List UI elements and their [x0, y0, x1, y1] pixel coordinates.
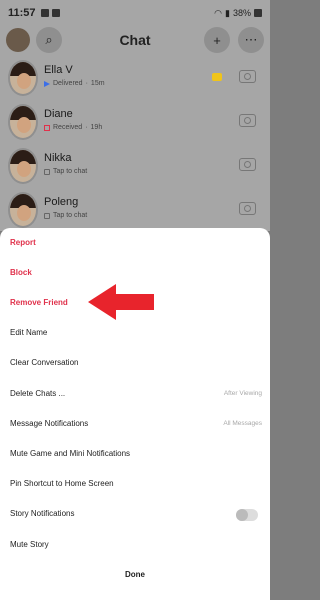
arrow-shape: [88, 284, 154, 320]
tap-to-chat-icon: [44, 168, 50, 175]
chat-header: ⌕ Chat + ⋯: [0, 26, 270, 56]
delivered-icon: [44, 80, 50, 87]
tap-to-chat-icon: [44, 212, 50, 219]
edit-name-item[interactable]: Edit Name: [0, 318, 270, 348]
story-notifications-toggle[interactable]: [236, 509, 258, 521]
home-indicator: [0, 588, 270, 600]
pin-shortcut-item[interactable]: Pin Shortcut to Home Screen: [0, 469, 270, 499]
chat-status: Received · 19h: [44, 124, 102, 131]
separator: ·: [85, 124, 88, 131]
status-time: 15m: [90, 80, 105, 87]
chat-name: Nikka: [44, 152, 72, 164]
camera-icon[interactable]: [239, 158, 256, 171]
done-button[interactable]: Done: [0, 562, 270, 588]
chat-status: Tap to chat: [44, 212, 87, 219]
camera-icon[interactable]: [239, 70, 256, 83]
notification-icons: [40, 9, 60, 17]
chat-name: Diane: [44, 108, 73, 120]
status-text: Delivered: [53, 80, 83, 87]
status-text: Received: [53, 124, 83, 131]
more-icon: ⋯: [244, 32, 258, 47]
chat-name: Ella V: [44, 64, 73, 76]
more-button[interactable]: ⋯: [238, 27, 264, 53]
message-icon: [40, 9, 49, 17]
avatar[interactable]: [8, 104, 38, 140]
wifi-icon: ◠: [214, 7, 223, 18]
chat-row[interactable]: Diane Received · 19h: [0, 100, 270, 144]
add-friend-button[interactable]: +: [204, 27, 230, 53]
story-notifications-label: Story Notifications: [10, 509, 75, 518]
status-right: ◠ ▮ 38%: [214, 8, 262, 19]
chat-status: Tap to chat: [44, 168, 87, 175]
mute-story-item[interactable]: Mute Story: [0, 530, 270, 560]
battery-percent: 38%: [232, 8, 251, 18]
add-friend-icon: +: [213, 32, 221, 48]
story-notifications-item[interactable]: Story Notifications: [0, 499, 270, 529]
status-time: 11:57: [8, 7, 36, 19]
chat-row[interactable]: Nikka Tap to chat: [0, 144, 270, 188]
delete-chats-value: After Viewing: [223, 390, 262, 397]
delete-chats-label: Delete Chats ...: [10, 389, 66, 398]
received-icon: [44, 124, 50, 131]
chat-name: Poleng: [44, 196, 79, 208]
avatar[interactable]: [8, 148, 38, 184]
chat-list: Ella V Delivered · 15m Diane Received · …: [0, 56, 270, 231]
battery-icon: [254, 9, 262, 17]
status-time: 19h: [90, 124, 103, 131]
chat-row[interactable]: Poleng Tap to chat: [0, 188, 270, 232]
status-text: Tap to chat: [53, 212, 88, 219]
red-arrow-annotation: [88, 284, 154, 320]
delete-chats-item[interactable]: Delete Chats ... After Viewing: [0, 379, 270, 409]
mute-game-notifications-item[interactable]: Mute Game and Mini Notifications: [0, 439, 270, 469]
report-item[interactable]: Report: [0, 228, 270, 258]
message-notifications-label: Message Notifications: [10, 419, 89, 428]
gallery-icon: [51, 9, 60, 17]
clear-conversation-item[interactable]: Clear Conversation: [0, 348, 270, 378]
camera-icon[interactable]: [239, 114, 256, 127]
camera-icon[interactable]: [239, 202, 256, 215]
status-bar: 11:57 ◠ ▮ 38%: [0, 0, 270, 26]
message-notifications-value: All Messages: [223, 420, 262, 427]
status-text: Tap to chat: [53, 168, 88, 175]
avatar[interactable]: [8, 192, 38, 228]
message-notifications-item[interactable]: Message Notifications All Messages: [0, 409, 270, 439]
chat-row[interactable]: Ella V Delivered · 15m: [0, 56, 270, 100]
separator: ·: [85, 80, 88, 87]
friend-emoji-icon: [212, 73, 222, 81]
chat-status: Delivered · 15m: [44, 80, 105, 87]
avatar[interactable]: [8, 60, 38, 96]
signal-icon: ▮: [225, 7, 230, 18]
